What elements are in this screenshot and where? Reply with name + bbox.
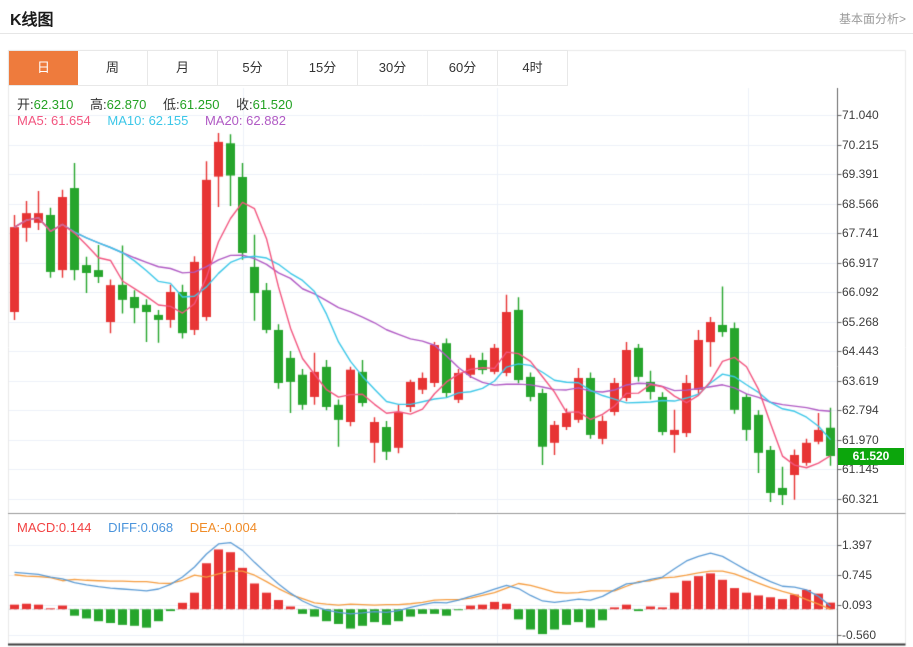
- price-axis-label-13: 60.321: [842, 492, 879, 506]
- price-axis-label-11: 61.970: [842, 433, 879, 447]
- macd-legend-row: MACD:0.144 DIFF:0.068 DEA:-0.004: [17, 520, 270, 535]
- high-value: 62.870: [107, 97, 147, 112]
- low-value: 61.250: [180, 97, 220, 112]
- ma-legend-row: MA5: 61.654 MA10: 62.155 MA20: 62.882: [17, 113, 299, 128]
- period-tab-bar: 日周月5分15分30分60分4时: [8, 50, 568, 86]
- macd-axis-label-2: 0.093: [842, 598, 872, 612]
- ma20-legend: MA20: 62.882: [205, 113, 299, 128]
- price-axis-label-1: 70.215: [842, 138, 879, 152]
- macd-axis-label-1: 0.745: [842, 568, 872, 582]
- tab-period-4[interactable]: 15分: [288, 51, 358, 85]
- current-price-badge: 61.520: [838, 448, 904, 465]
- price-axis-label-2: 69.391: [842, 167, 879, 181]
- ohlc-row: 开:62.310 高:62.870 低:61.250 收:61.520: [17, 94, 305, 113]
- tab-period-0[interactable]: 日: [9, 51, 78, 85]
- price-axis-label-10: 62.794: [842, 403, 879, 417]
- price-axis-label-0: 71.040: [842, 108, 879, 122]
- open-value: 62.310: [34, 97, 74, 112]
- price-axis-label-4: 67.741: [842, 226, 879, 240]
- open-label: 开:: [17, 97, 34, 112]
- low-label: 低:: [163, 97, 180, 112]
- macd-value-legend: MACD:0.144: [17, 520, 104, 535]
- macd-axis-label-3: -0.560: [842, 628, 876, 642]
- diff-value-legend: DIFF:0.068: [108, 520, 186, 535]
- tab-period-2[interactable]: 月: [148, 51, 218, 85]
- tab-period-1[interactable]: 周: [78, 51, 148, 85]
- tab-period-5[interactable]: 30分: [358, 51, 428, 85]
- dea-value-legend: DEA:-0.004: [190, 520, 270, 535]
- price-axis-label-9: 63.619: [842, 374, 879, 388]
- tab-period-7[interactable]: 4时: [498, 51, 567, 85]
- macd-axis-label-0: 1.397: [842, 538, 872, 552]
- price-axis-label-3: 68.566: [842, 197, 879, 211]
- kline-widget: K线图 基本面分析> 日周月5分15分30分60分4时 开:62.310 高:6…: [0, 0, 913, 647]
- price-axis-label-7: 65.268: [842, 315, 879, 329]
- close-label: 收:: [236, 97, 253, 112]
- ma10-legend: MA10: 62.155: [107, 113, 201, 128]
- ma5-legend: MA5: 61.654: [17, 113, 104, 128]
- tab-period-3[interactable]: 5分: [218, 51, 288, 85]
- close-value: 61.520: [253, 97, 293, 112]
- price-axis-label-8: 64.443: [842, 344, 879, 358]
- price-axis-label-5: 66.917: [842, 256, 879, 270]
- high-label: 高:: [90, 97, 107, 112]
- tab-period-6[interactable]: 60分: [428, 51, 498, 85]
- price-axis-label-6: 66.092: [842, 285, 879, 299]
